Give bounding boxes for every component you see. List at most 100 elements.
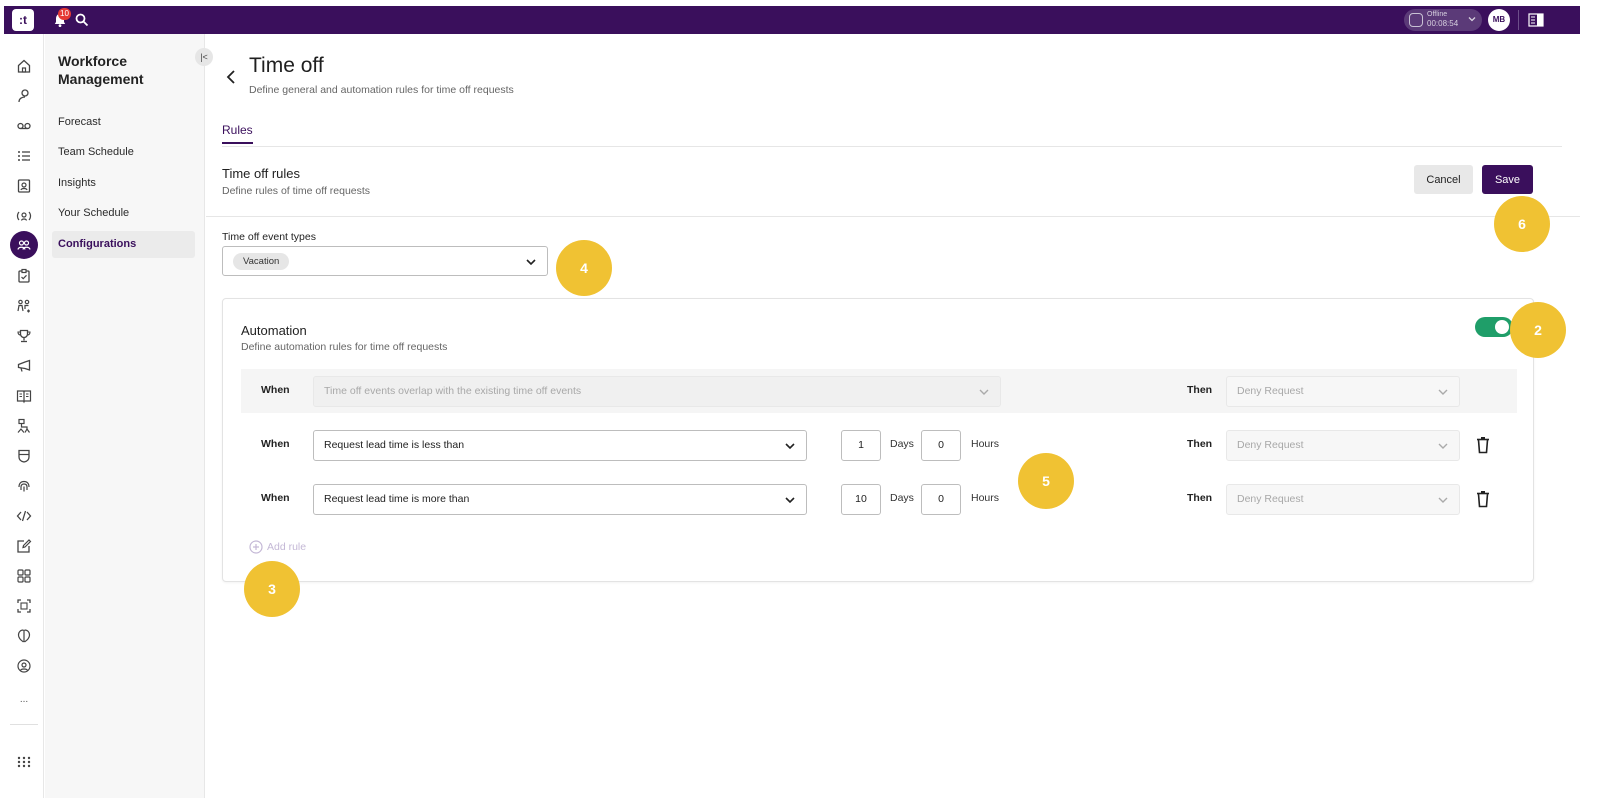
automation-toggle[interactable] bbox=[1475, 317, 1513, 337]
fingerprint-icon[interactable] bbox=[12, 474, 36, 498]
rule-row: When Request lead time is less than 1 Da… bbox=[241, 423, 1517, 467]
event-types-select[interactable]: Vacation bbox=[222, 246, 548, 276]
chevron-down-icon bbox=[1438, 443, 1448, 449]
tab-rules[interactable]: Rules bbox=[222, 123, 253, 144]
shield-icon[interactable] bbox=[12, 444, 36, 468]
hours-input[interactable]: 0 bbox=[921, 430, 961, 461]
chevron-down-icon bbox=[1468, 17, 1476, 22]
home-icon[interactable] bbox=[12, 54, 36, 78]
days-label: Days bbox=[890, 438, 914, 450]
condition-select[interactable]: Request lead time is less than bbox=[313, 430, 807, 461]
chevron-down-icon bbox=[526, 259, 536, 266]
then-label: Then bbox=[1187, 492, 1213, 504]
app-logo[interactable]: :t bbox=[12, 9, 34, 31]
condition-value: Request lead time is more than bbox=[324, 493, 470, 505]
trophy-icon[interactable] bbox=[12, 324, 36, 348]
divider bbox=[222, 146, 1562, 147]
back-arrow-icon[interactable] bbox=[222, 67, 242, 87]
condition-select[interactable]: Request lead time is more than bbox=[313, 484, 807, 515]
cancel-button[interactable]: Cancel bbox=[1414, 165, 1473, 194]
page-subtitle: Define general and automation rules for … bbox=[249, 84, 514, 96]
action-value: Deny Request bbox=[1237, 385, 1304, 397]
more-apps[interactable]: ... bbox=[12, 694, 36, 705]
condition-value: Time off events overlap with the existin… bbox=[324, 385, 582, 397]
toggle-knob bbox=[1495, 320, 1509, 334]
sidebar-item-configurations[interactable]: Configurations bbox=[52, 231, 195, 258]
action-select: Deny Request bbox=[1226, 376, 1460, 407]
hours-input[interactable]: 0 bbox=[921, 484, 961, 515]
panel-toggle-icon[interactable] bbox=[1528, 12, 1544, 28]
automation-card: Automation Define automation rules for t… bbox=[222, 298, 1534, 582]
trash-icon[interactable] bbox=[1475, 490, 1491, 508]
app-window: :t 10 Offline 00:08:54 MB ... Workforce … bbox=[4, 6, 1580, 798]
voicemail-icon[interactable] bbox=[12, 114, 36, 138]
automation-title: Automation bbox=[241, 323, 307, 338]
icon-rail: ... bbox=[4, 34, 44, 798]
ai-icon[interactable] bbox=[12, 624, 36, 648]
condition-value: Request lead time is less than bbox=[324, 439, 465, 451]
apps-grid-icon[interactable] bbox=[12, 750, 36, 774]
then-label: Then bbox=[1187, 438, 1213, 450]
routing-icon[interactable] bbox=[12, 414, 36, 438]
agent-status-selector[interactable]: Offline 00:08:54 bbox=[1404, 9, 1482, 31]
agent-icon[interactable] bbox=[12, 84, 36, 108]
sidebar-item-your-schedule[interactable]: Your Schedule bbox=[52, 200, 195, 227]
step-callout-2: 2 bbox=[1510, 302, 1566, 358]
status-timer: 00:08:54 bbox=[1427, 19, 1459, 28]
supervisor-icon[interactable] bbox=[12, 654, 36, 678]
search-icon[interactable] bbox=[74, 12, 90, 28]
trash-icon[interactable] bbox=[1475, 436, 1491, 454]
action-select[interactable]: Deny Request bbox=[1226, 430, 1460, 461]
contact-card-icon[interactable] bbox=[12, 174, 36, 198]
live-monitor-icon[interactable] bbox=[12, 204, 36, 228]
code-icon[interactable] bbox=[12, 504, 36, 528]
action-value: Deny Request bbox=[1237, 493, 1304, 505]
add-rule-label: Add rule bbox=[267, 541, 307, 553]
save-button[interactable]: Save bbox=[1482, 165, 1533, 194]
edit-icon[interactable] bbox=[12, 534, 36, 558]
status-icon bbox=[1409, 13, 1423, 27]
workforce-icon[interactable] bbox=[10, 231, 38, 259]
chevron-down-icon bbox=[1438, 389, 1448, 395]
then-label: Then bbox=[1187, 384, 1213, 396]
status-label: Offline bbox=[1427, 11, 1448, 18]
divider bbox=[206, 216, 1580, 217]
sidebar-item-forecast[interactable]: Forecast bbox=[52, 109, 195, 136]
team-icon[interactable] bbox=[12, 294, 36, 318]
section-title: Time off rules bbox=[222, 166, 301, 181]
condition-select: Time off events overlap with the existin… bbox=[313, 376, 1001, 407]
chevron-down-icon bbox=[785, 443, 795, 450]
sidebar-item-insights[interactable]: Insights bbox=[52, 170, 195, 197]
automation-subtitle: Define automation rules for time off req… bbox=[241, 341, 448, 353]
rule-row: When Request lead time is more than 10 D… bbox=[241, 477, 1517, 521]
when-label: When bbox=[261, 384, 290, 396]
divider bbox=[1518, 10, 1519, 30]
scan-icon[interactable] bbox=[12, 594, 36, 618]
campaign-icon[interactable] bbox=[12, 354, 36, 378]
divider bbox=[10, 724, 38, 725]
rule-row: When Time off events overlap with the ex… bbox=[241, 369, 1517, 413]
section-subtitle: Define rules of time off requests bbox=[222, 185, 371, 197]
days-input[interactable]: 10 bbox=[841, 484, 881, 515]
step-callout-3: 3 bbox=[244, 561, 300, 617]
event-types-label: Time off event types bbox=[222, 231, 316, 243]
notification-badge: 10 bbox=[58, 8, 71, 20]
step-callout-5: 5 bbox=[1018, 453, 1074, 509]
days-input[interactable]: 1 bbox=[841, 430, 881, 461]
sidebar-item-team-schedule[interactable]: Team Schedule bbox=[52, 139, 195, 166]
action-select[interactable]: Deny Request bbox=[1226, 484, 1460, 515]
main-content: Time off Define general and automation r… bbox=[206, 34, 1580, 798]
list-icon[interactable] bbox=[12, 144, 36, 168]
chevron-down-icon bbox=[1438, 497, 1448, 503]
grid-icon[interactable] bbox=[12, 564, 36, 588]
chevron-down-icon bbox=[785, 497, 795, 504]
event-type-chip[interactable]: Vacation bbox=[233, 253, 290, 270]
clipboard-icon[interactable] bbox=[12, 264, 36, 288]
chevron-down-icon bbox=[979, 389, 989, 395]
step-callout-4: 4 bbox=[556, 240, 612, 296]
user-avatar[interactable]: MB bbox=[1488, 9, 1510, 31]
action-value: Deny Request bbox=[1237, 439, 1304, 451]
days-label: Days bbox=[890, 492, 914, 504]
step-callout-6: 6 bbox=[1494, 196, 1550, 252]
book-icon[interactable] bbox=[12, 384, 36, 408]
